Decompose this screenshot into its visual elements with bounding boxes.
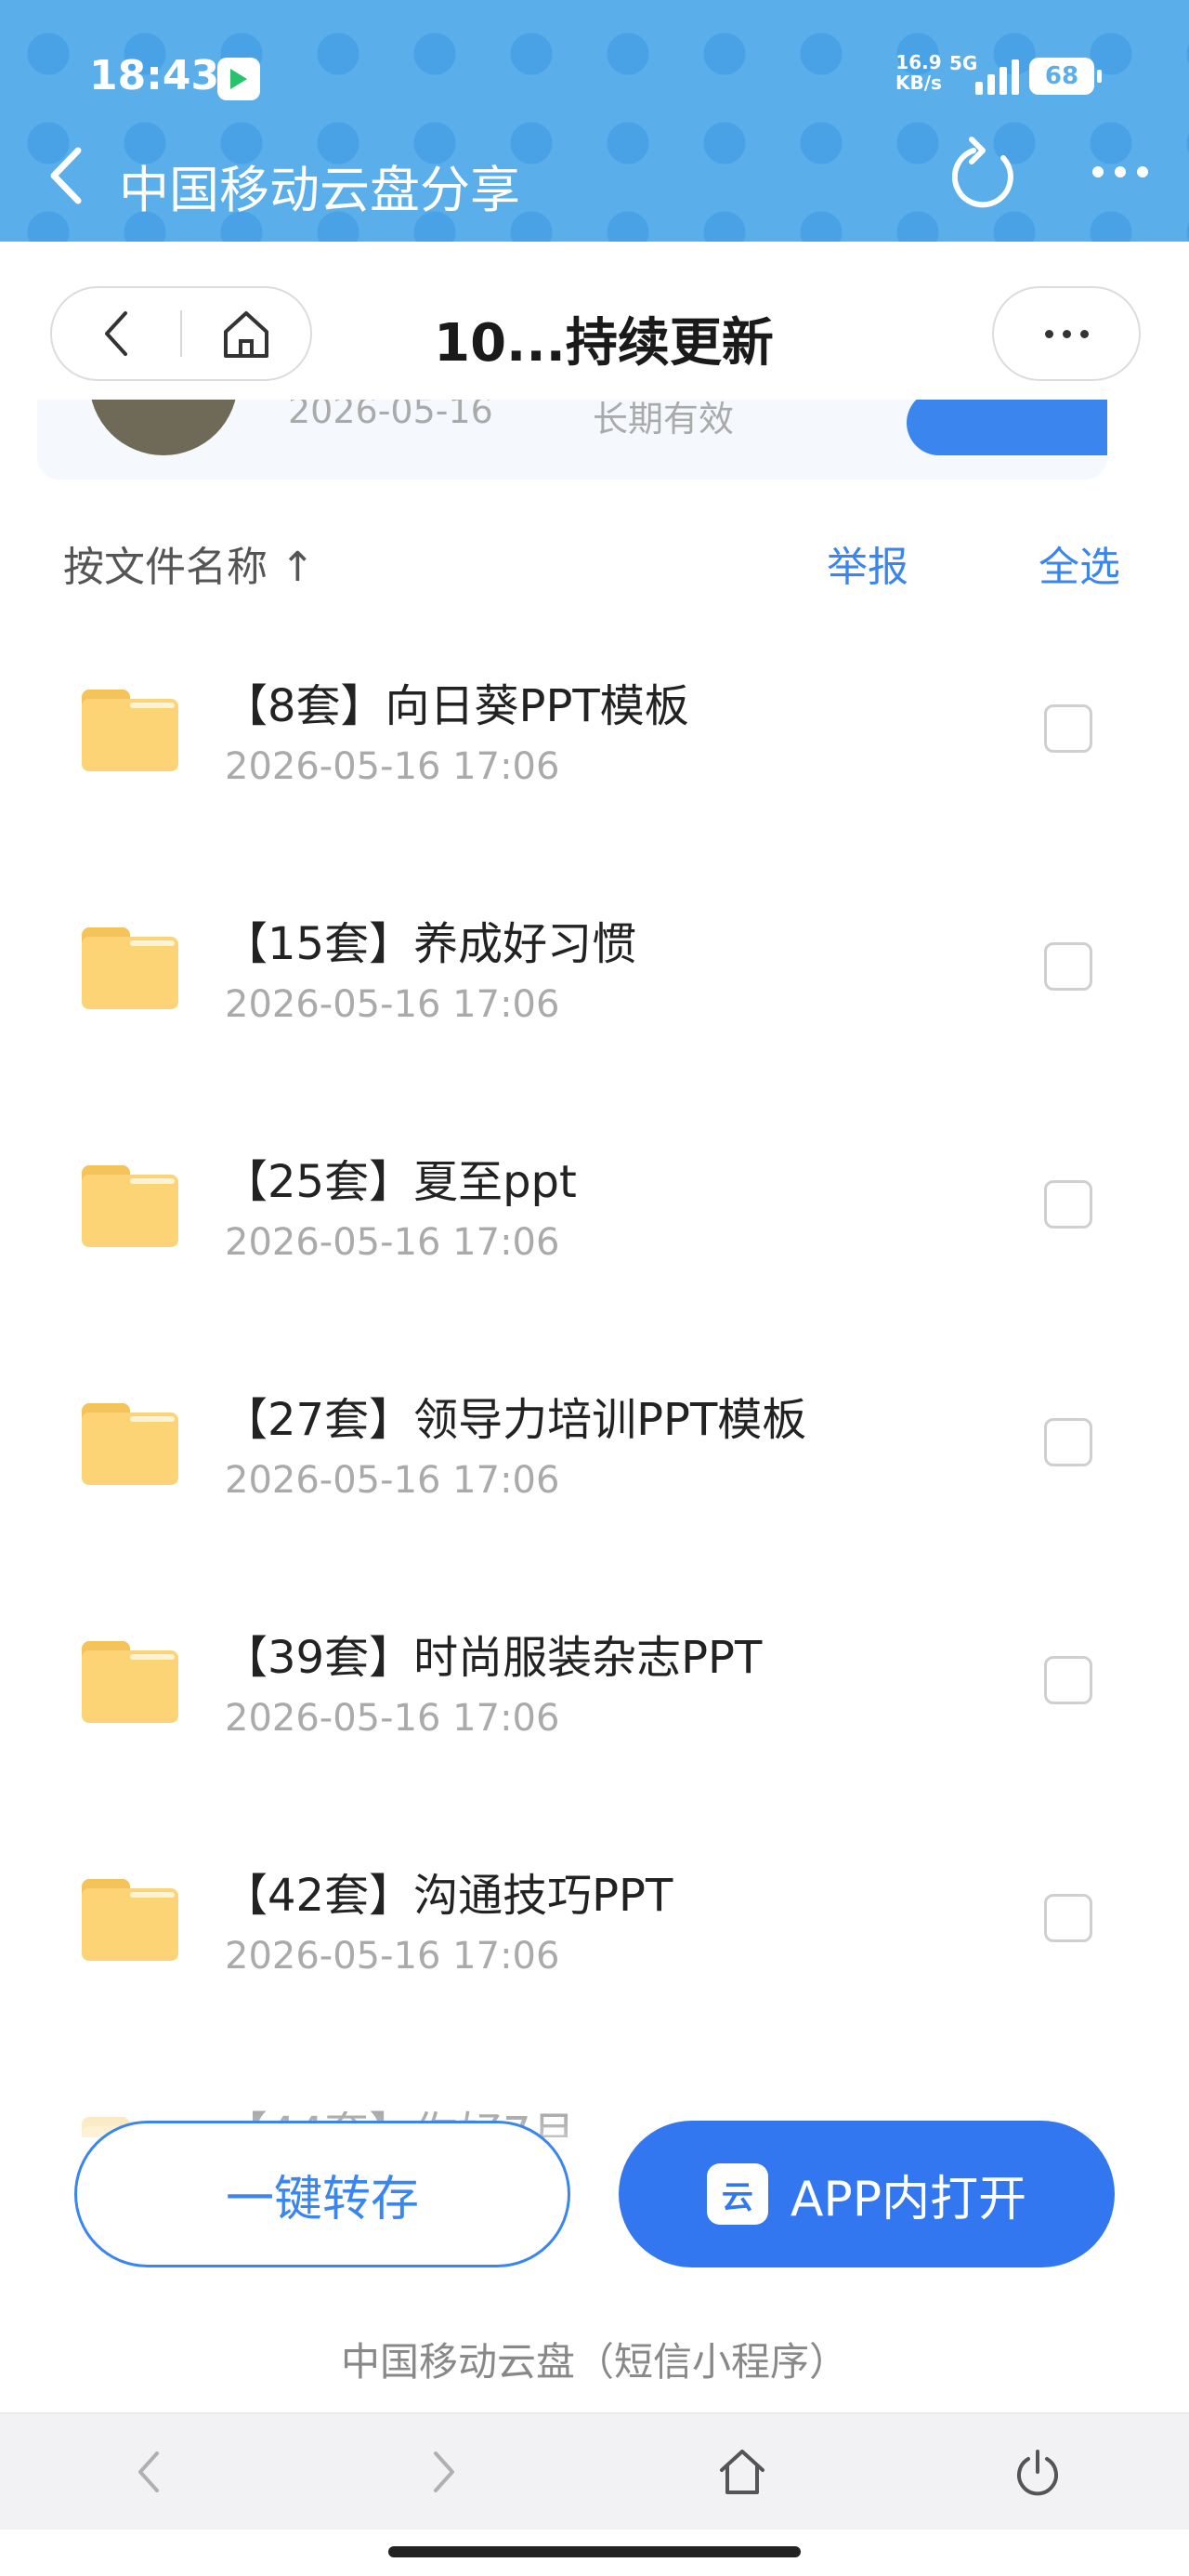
folder-icon bbox=[82, 690, 178, 771]
folder-icon bbox=[82, 927, 178, 1009]
network-type: 5G bbox=[949, 52, 978, 74]
file-date: 2026-05-16 17:06 bbox=[225, 983, 560, 1026]
file-date: 2026-05-16 17:06 bbox=[225, 745, 560, 788]
browser-toolbar bbox=[0, 2412, 1189, 2530]
capsule-back-icon[interactable] bbox=[52, 288, 180, 379]
network-speed-unit: KB/s bbox=[895, 72, 942, 94]
file-name: 【39套】时尚服装杂志PPT bbox=[223, 1632, 763, 1684]
file-date: 2026-05-16 17:06 bbox=[225, 1697, 560, 1740]
info-card-button[interactable] bbox=[907, 390, 1107, 455]
mini-program-nav: 10...持续更新 bbox=[0, 242, 1189, 400]
file-checkbox[interactable] bbox=[1044, 1418, 1092, 1466]
file-name: 【25套】夏至ppt bbox=[223, 1156, 577, 1208]
home-icon[interactable] bbox=[182, 288, 310, 379]
list-toolbar: 按文件名称 ↑ 举报 全选 bbox=[0, 520, 1189, 595]
list-item[interactable]: 【25套】夏至ppt 2026-05-16 17:06 bbox=[0, 1089, 1189, 1327]
battery-level: 68 bbox=[1044, 62, 1079, 90]
file-checkbox[interactable] bbox=[1044, 704, 1092, 753]
file-name: 【15套】养成好习惯 bbox=[223, 918, 637, 970]
file-date: 2026-05-16 17:06 bbox=[225, 1221, 560, 1264]
more-icon[interactable] bbox=[1092, 158, 1167, 186]
browser-home-icon[interactable] bbox=[710, 2439, 775, 2504]
browser-forward-icon[interactable] bbox=[411, 2439, 476, 2504]
folder-icon bbox=[82, 1879, 178, 1961]
file-list: 【8套】向日葵PPT模板 2026-05-16 17:06 【15套】养成好习惯… bbox=[0, 613, 1189, 2137]
folder-icon bbox=[82, 1165, 178, 1247]
list-item[interactable]: 【15套】养成好习惯 2026-05-16 17:06 bbox=[0, 851, 1189, 1089]
report-button[interactable]: 举报 bbox=[827, 533, 908, 593]
list-item[interactable]: 【8套】向日葵PPT模板 2026-05-16 17:06 bbox=[0, 613, 1189, 851]
power-icon[interactable] bbox=[1005, 2439, 1070, 2504]
list-item[interactable]: 【39套】时尚服装杂志PPT 2026-05-16 17:06 bbox=[0, 1565, 1189, 1803]
browser-back-icon[interactable] bbox=[117, 2439, 182, 2504]
sort-by-name-button[interactable]: 按文件名称 ↑ bbox=[63, 533, 315, 593]
open-in-app-label: APP内打开 bbox=[790, 2171, 1027, 2228]
home-indicator[interactable] bbox=[388, 2546, 801, 2557]
save-all-button[interactable]: 一键转存 bbox=[74, 2121, 570, 2267]
page-title: 10...持续更新 bbox=[434, 313, 774, 374]
list-item[interactable]: 【27套】领导力培训PPT模板 2026-05-16 17:06 bbox=[0, 1327, 1189, 1565]
file-name: 【42套】沟通技巧PPT bbox=[223, 1870, 673, 1922]
status-bar: 18:43 16.9 KB/s 5G 68 bbox=[0, 0, 1189, 139]
network-speed-value: 16.9 bbox=[895, 51, 942, 73]
cloud-app-glyph: 云 bbox=[721, 2178, 753, 2216]
select-all-button[interactable]: 全选 bbox=[1039, 533, 1120, 593]
back-icon[interactable] bbox=[41, 143, 97, 208]
file-date: 2026-05-16 17:06 bbox=[225, 1935, 560, 1978]
file-checkbox[interactable] bbox=[1044, 1894, 1092, 1942]
status-time: 18:43 bbox=[89, 52, 220, 99]
file-checkbox[interactable] bbox=[1044, 1180, 1092, 1229]
list-item[interactable]: 【42套】沟通技巧PPT 2026-05-16 17:06 bbox=[0, 1803, 1189, 2041]
header-title: 中国移动云盘分享 bbox=[119, 161, 520, 219]
open-in-app-button[interactable]: 云 APP内打开 bbox=[619, 2121, 1115, 2267]
capsule-more-icon[interactable] bbox=[992, 286, 1141, 381]
video-app-notification-icon bbox=[217, 58, 260, 100]
file-name: 【8套】向日葵PPT模板 bbox=[223, 680, 689, 732]
header-nav: 中国移动云盘分享 bbox=[0, 130, 1189, 223]
folder-icon bbox=[82, 1403, 178, 1485]
battery-icon: 68 bbox=[1029, 58, 1102, 95]
folder-icon bbox=[82, 1641, 178, 1723]
file-name: 【27套】领导力培训PPT模板 bbox=[223, 1394, 807, 1446]
signal-icon bbox=[975, 58, 1019, 95]
file-checkbox[interactable] bbox=[1044, 942, 1092, 991]
footer-caption: 中国移动云盘（短信小程序） bbox=[340, 2339, 848, 2385]
file-checkbox[interactable] bbox=[1044, 1656, 1092, 1704]
file-date: 2026-05-16 17:06 bbox=[225, 1459, 560, 1502]
app-header: 18:43 16.9 KB/s 5G 68 中国移动云盘分享 bbox=[0, 0, 1189, 242]
refresh-icon[interactable] bbox=[946, 130, 1024, 216]
cloud-app-icon: 云 bbox=[706, 2163, 768, 2225]
nav-capsule bbox=[50, 286, 312, 381]
network-speed: 16.9 KB/s bbox=[895, 52, 942, 93]
